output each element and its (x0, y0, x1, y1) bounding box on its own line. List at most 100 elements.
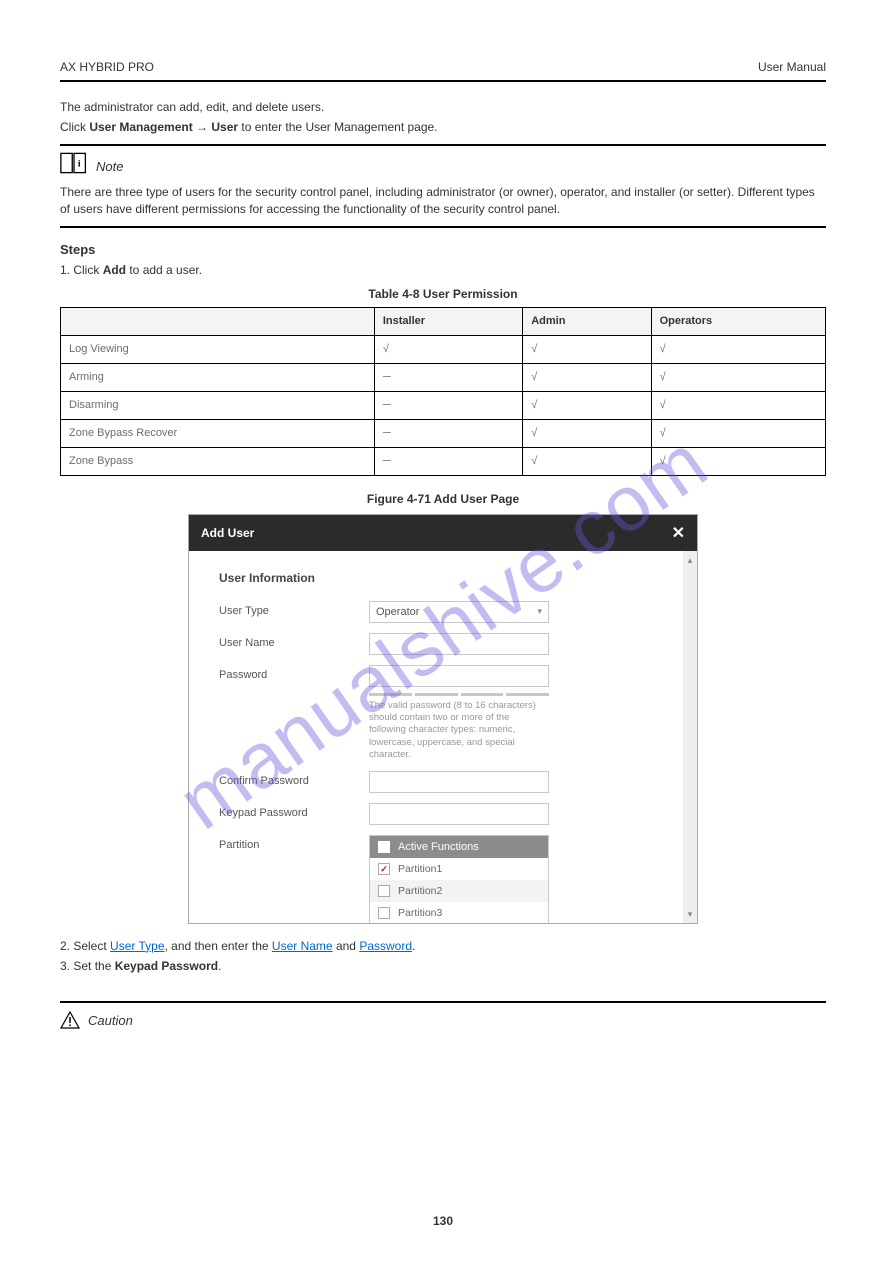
step-3: 3. Set the Keypad Password. (60, 958, 826, 975)
step1-c: to add a user. (126, 263, 202, 277)
scrollbar[interactable]: ▴ ▾ (683, 551, 697, 923)
td: √ (651, 363, 825, 391)
step-2: 2. Select User Type, and then enter the … (60, 938, 826, 955)
td: √ (651, 447, 825, 475)
table-row: Arming ─ √ √ (61, 363, 826, 391)
password-strength-meter (369, 693, 549, 696)
label-partition: Partition (219, 835, 369, 851)
step1-a: 1. Click (60, 263, 103, 277)
th-3: Operators (651, 307, 825, 335)
confirm-password-input[interactable] (369, 771, 549, 793)
caution-triangle-icon (60, 1011, 80, 1029)
td: √ (523, 447, 651, 475)
caution-label: Caution (88, 1013, 133, 1028)
note-body: There are three type of users for the se… (60, 184, 826, 218)
list-header[interactable]: Active Functions (370, 836, 548, 858)
dialog-title-text: Add User (201, 526, 254, 540)
th-0 (61, 307, 375, 335)
checkbox-icon[interactable] (378, 841, 390, 853)
close-icon[interactable]: ✕ (672, 523, 685, 543)
header-left: AX HYBRID PRO (60, 60, 154, 74)
checkbox-icon[interactable] (378, 885, 390, 897)
list-item[interactable]: Partition3 (370, 902, 548, 922)
checkbox-icon[interactable] (378, 907, 390, 919)
user-type-value: Operator (376, 606, 419, 618)
step1-b: Add (103, 263, 126, 277)
user-type-select[interactable]: Operator ▾ (369, 601, 549, 623)
row-confirm-password: Confirm Password (219, 771, 653, 793)
table-row: Zone Bypass Recover ─ √ √ (61, 419, 826, 447)
dialog-titlebar: Add User ✕ (189, 515, 697, 551)
header-right: User Manual (758, 60, 826, 74)
s3b: Keypad Password (115, 959, 218, 973)
s2g: . (412, 939, 415, 953)
td: ─ (374, 447, 522, 475)
row-keypad-password: Keypad Password (219, 803, 653, 825)
user-permission-table: Installer Admin Operators Log Viewing √ … (60, 307, 826, 476)
intro2-suffix: to enter the User Management page. (238, 120, 437, 134)
td: Disarming (61, 391, 375, 419)
page-header: AX HYBRID PRO User Manual (60, 60, 826, 82)
row-password: Password The valid password (8 to 16 cha… (219, 665, 653, 762)
scroll-track[interactable] (686, 565, 694, 909)
note-book-icon: i (60, 152, 88, 174)
label-keypad-password: Keypad Password (219, 803, 369, 819)
td: Log Viewing (61, 335, 375, 363)
list-item[interactable]: ✓ Partition1 (370, 858, 548, 880)
s2f: Password (359, 939, 412, 953)
label-confirm-password: Confirm Password (219, 771, 369, 787)
list-item-label: Partition1 (398, 863, 442, 875)
scroll-down-icon[interactable]: ▾ (685, 909, 695, 919)
label-password: Password (219, 665, 369, 681)
caution-row: Caution (60, 1003, 826, 1029)
figure-caption: Figure 4-71 Add User Page (60, 492, 826, 506)
row-user-name: User Name (219, 633, 653, 655)
row-partition: Partition Active Functions ✓ Partition1 (219, 835, 653, 922)
password-input[interactable] (369, 665, 549, 687)
table-row: Log Viewing √ √ √ (61, 335, 826, 363)
td: √ (374, 335, 522, 363)
steps-title: Steps (60, 242, 826, 257)
th-1: Installer (374, 307, 522, 335)
intro2-prefix: Click (60, 120, 89, 134)
td: √ (523, 335, 651, 363)
intro-line-1: The administrator can add, edit, and del… (60, 100, 826, 114)
page-number: 130 (0, 1214, 886, 1228)
table-row: Zone Bypass ─ √ √ (61, 447, 826, 475)
td: ─ (374, 419, 522, 447)
s2a: 2. Select (60, 939, 110, 953)
s2e: and (333, 939, 360, 953)
td: √ (523, 391, 651, 419)
password-hint: The valid password (8 to 16 characters) … (369, 700, 549, 762)
s3c: . (218, 959, 221, 973)
td: Zone Bypass (61, 447, 375, 475)
list-item-label: Partition2 (398, 885, 442, 897)
s2b: User Type (110, 939, 164, 953)
list-item-label: Partition3 (398, 907, 442, 919)
td: Zone Bypass Recover (61, 419, 375, 447)
td: √ (523, 419, 651, 447)
note-label: Note (96, 159, 123, 174)
note-separator-bottom (60, 226, 826, 228)
label-user-name: User Name (219, 633, 369, 649)
table-caption: Table 4-8 User Permission (60, 287, 826, 301)
td: Arming (61, 363, 375, 391)
s3a: 3. Set the (60, 959, 115, 973)
partition-listbox: Active Functions ✓ Partition1 Partition2 (369, 835, 549, 922)
note-header: i Note (60, 146, 826, 176)
scroll-up-icon[interactable]: ▴ (685, 555, 695, 565)
checkbox-icon[interactable]: ✓ (378, 863, 390, 875)
keypad-password-input[interactable] (369, 803, 549, 825)
td: √ (651, 391, 825, 419)
row-user-type: User Type Operator ▾ (219, 601, 653, 623)
list-header-label: Active Functions (398, 841, 479, 853)
label-user-type: User Type (219, 601, 369, 617)
after-figure-text: 2. Select User Type, and then enter the … (60, 938, 826, 976)
table-row: Disarming ─ √ √ (61, 391, 826, 419)
td: √ (651, 419, 825, 447)
td: ─ (374, 363, 522, 391)
user-name-input[interactable] (369, 633, 549, 655)
add-user-dialog: Add User ✕ User Information User Type Op… (188, 514, 698, 924)
th-2: Admin (523, 307, 651, 335)
list-item[interactable]: Partition2 (370, 880, 548, 902)
